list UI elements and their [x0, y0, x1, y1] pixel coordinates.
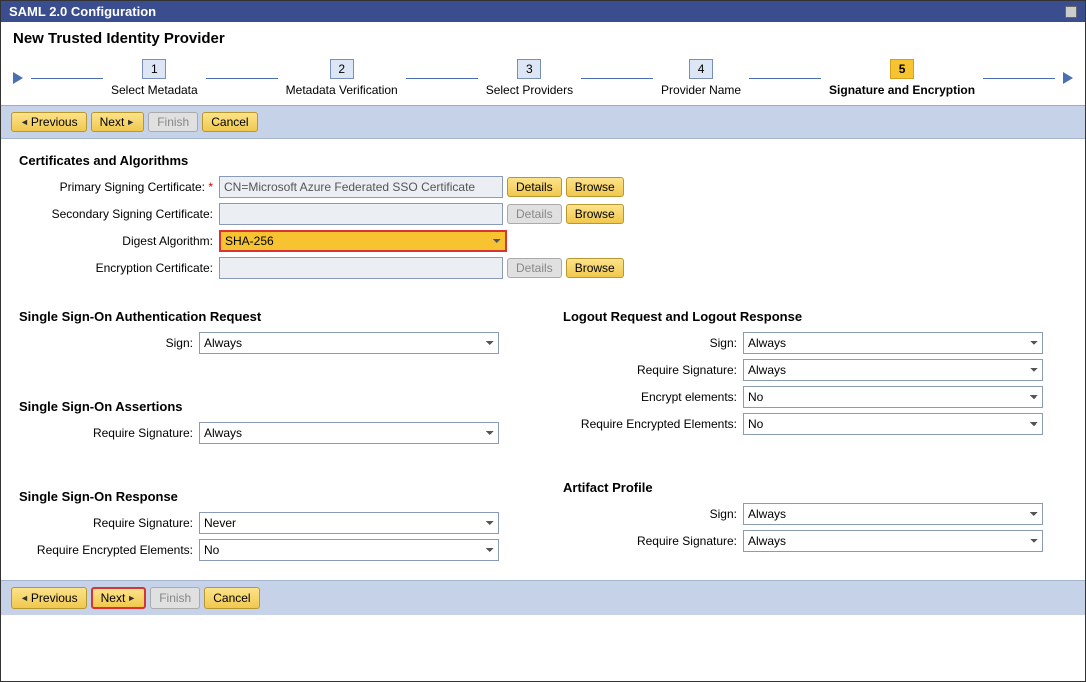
toolbar-bottom: Previous Next Finish Cancel — [1, 580, 1085, 615]
sso-resp-reqsig-row: Require Signature: Never — [19, 512, 523, 534]
encrypt-cert-label: Encryption Certificate: — [19, 261, 219, 275]
left-column: Single Sign-On Authentication Request Si… — [19, 309, 523, 566]
sso-auth-sign-row: Sign: Always — [19, 332, 523, 354]
sso-resp-reqenc-label: Require Encrypted Elements: — [19, 543, 199, 557]
sso-resp-reqsig-select[interactable]: Never — [199, 512, 499, 534]
wizard-step-4[interactable]: 4 Provider Name — [653, 59, 749, 97]
step-label: Select Providers — [486, 83, 573, 97]
encrypt-cert-row: Encryption Certificate: Details Browse — [19, 257, 1067, 279]
artifact-title: Artifact Profile — [563, 480, 1067, 495]
step-label: Select Metadata — [111, 83, 198, 97]
finish-button: Finish — [148, 112, 198, 132]
title-bar: SAML 2.0 Configuration — [1, 1, 1085, 22]
secondary-cert-label: Secondary Signing Certificate: — [19, 207, 219, 221]
sso-auth-sign-select[interactable]: Always — [199, 332, 499, 354]
digest-label: Digest Algorithm: — [19, 234, 219, 248]
artifact-reqsig-label: Require Signature: — [563, 534, 743, 548]
wizard: 1 Select Metadata 2 Metadata Verificatio… — [1, 55, 1085, 105]
cancel-button[interactable]: Cancel — [204, 587, 259, 609]
logout-encel-select[interactable]: No — [743, 386, 1043, 408]
logout-title: Logout Request and Logout Response — [563, 309, 1067, 324]
logout-encel-label: Encrypt elements: — [563, 390, 743, 404]
wizard-step-5[interactable]: 5 Signature and Encryption — [821, 59, 983, 97]
window: SAML 2.0 Configuration New Trusted Ident… — [0, 0, 1086, 682]
logout-sign-label: Sign: — [563, 336, 743, 350]
sso-resp-title: Single Sign-On Response — [19, 489, 523, 504]
digest-algorithm-select[interactable]: SHA-256 — [219, 230, 507, 252]
cert-section-title: Certificates and Algorithms — [19, 153, 1067, 168]
arrow-end-icon — [1063, 72, 1073, 84]
logout-reqsig-row: Require Signature: Always — [563, 359, 1067, 381]
next-button[interactable]: Next — [91, 112, 145, 132]
digest-row: Digest Algorithm: SHA-256 — [19, 230, 1067, 252]
wizard-step-1[interactable]: 1 Select Metadata — [103, 59, 206, 97]
page-title: New Trusted Identity Provider — [1, 22, 1085, 55]
sso-assert-reqsig-row: Require Signature: Always — [19, 422, 523, 444]
finish-button: Finish — [150, 587, 200, 609]
sso-auth-title: Single Sign-On Authentication Request — [19, 309, 523, 324]
details-button[interactable]: Details — [507, 177, 562, 197]
details-button-disabled: Details — [507, 204, 562, 224]
step-number: 2 — [330, 59, 354, 79]
artifact-reqsig-row: Require Signature: Always — [563, 530, 1067, 552]
step-number: 1 — [142, 59, 166, 79]
artifact-sign-row: Sign: Always — [563, 503, 1067, 525]
browse-button[interactable]: Browse — [566, 177, 624, 197]
logout-sign-row: Sign: Always — [563, 332, 1067, 354]
sso-assert-title: Single Sign-On Assertions — [19, 399, 523, 414]
sso-assert-reqsig-select[interactable]: Always — [199, 422, 499, 444]
logout-reqsig-label: Require Signature: — [563, 363, 743, 377]
wizard-line — [406, 78, 478, 79]
wizard-line — [749, 78, 821, 79]
previous-button[interactable]: Previous — [11, 587, 87, 609]
window-title: SAML 2.0 Configuration — [9, 4, 156, 19]
logout-reqenc-select[interactable]: No — [743, 413, 1043, 435]
sso-resp-reqenc-select[interactable]: No — [199, 539, 499, 561]
artifact-reqsig-select[interactable]: Always — [743, 530, 1043, 552]
step-number: 3 — [517, 59, 541, 79]
primary-cert-field[interactable] — [219, 176, 503, 198]
step-label-active: Signature and Encryption — [829, 83, 975, 97]
step-number-active: 5 — [890, 59, 914, 79]
details-button-disabled: Details — [507, 258, 562, 278]
required-asterisk: * — [208, 180, 213, 194]
step-label: Metadata Verification — [286, 83, 398, 97]
window-control-icon[interactable] — [1065, 6, 1077, 18]
sso-resp-reqsig-label: Require Signature: — [19, 516, 199, 530]
step-number: 4 — [689, 59, 713, 79]
toolbar-top: Previous Next Finish Cancel — [1, 106, 1085, 139]
wizard-line — [31, 78, 103, 79]
secondary-cert-row: Secondary Signing Certificate: Details B… — [19, 203, 1067, 225]
previous-button[interactable]: Previous — [11, 112, 87, 132]
primary-cert-row: Primary Signing Certificate: * Details B… — [19, 176, 1067, 198]
browse-button[interactable]: Browse — [566, 258, 624, 278]
wizard-line — [983, 78, 1055, 79]
logout-reqsig-select[interactable]: Always — [743, 359, 1043, 381]
next-button-highlighted[interactable]: Next — [91, 587, 147, 609]
primary-cert-label: Primary Signing Certificate: * — [19, 180, 219, 194]
sso-resp-reqenc-row: Require Encrypted Elements: No — [19, 539, 523, 561]
logout-sign-select[interactable]: Always — [743, 332, 1043, 354]
wizard-step-2[interactable]: 2 Metadata Verification — [278, 59, 406, 97]
right-column: Logout Request and Logout Response Sign:… — [563, 309, 1067, 566]
step-label: Provider Name — [661, 83, 741, 97]
encrypt-cert-field[interactable] — [219, 257, 503, 279]
content-area: Certificates and Algorithms Primary Sign… — [1, 139, 1085, 580]
sso-auth-sign-label: Sign: — [19, 336, 199, 350]
secondary-cert-field[interactable] — [219, 203, 503, 225]
logout-reqenc-row: Require Encrypted Elements: No — [563, 413, 1067, 435]
wizard-line — [581, 78, 653, 79]
logout-reqenc-label: Require Encrypted Elements: — [563, 417, 743, 431]
header-section: New Trusted Identity Provider 1 Select M… — [1, 22, 1085, 106]
wizard-step-3[interactable]: 3 Select Providers — [478, 59, 581, 97]
artifact-sign-select[interactable]: Always — [743, 503, 1043, 525]
browse-button[interactable]: Browse — [566, 204, 624, 224]
two-column-layout: Single Sign-On Authentication Request Si… — [19, 309, 1067, 566]
logout-encel-row: Encrypt elements: No — [563, 386, 1067, 408]
artifact-sign-label: Sign: — [563, 507, 743, 521]
sso-assert-reqsig-label: Require Signature: — [19, 426, 199, 440]
cancel-button[interactable]: Cancel — [202, 112, 257, 132]
arrow-start-icon — [13, 72, 23, 84]
wizard-line — [206, 78, 278, 79]
